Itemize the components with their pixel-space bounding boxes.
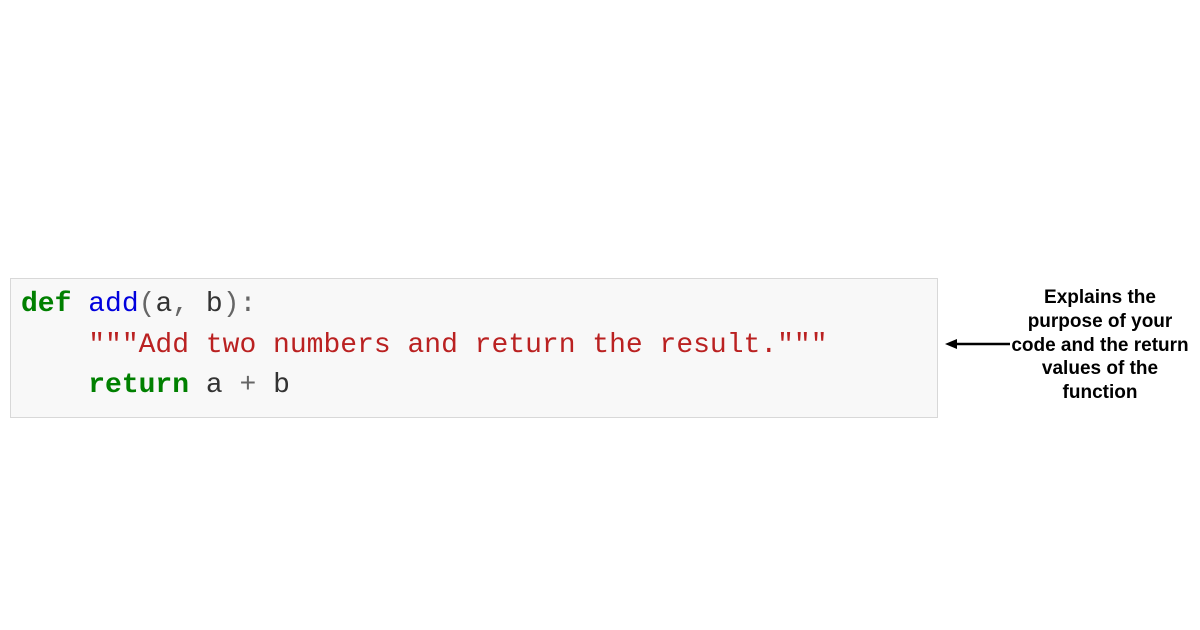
paren-open: (	[139, 289, 156, 320]
docstring: """Add two numbers and return the result…	[88, 330, 827, 361]
space	[256, 370, 273, 401]
annotation-text: Explains the purpose of your code and th…	[1007, 286, 1193, 405]
param-a: a	[155, 289, 172, 320]
function-name: add	[88, 289, 138, 320]
space	[189, 289, 206, 320]
var-a: a	[206, 370, 223, 401]
space	[223, 370, 240, 401]
code-block: def add(a, b): """Add two numbers and re…	[10, 278, 938, 418]
keyword-return: return	[88, 370, 189, 401]
indent	[21, 330, 88, 361]
keyword-def: def	[21, 289, 71, 320]
arrow-icon	[945, 338, 1010, 350]
colon: :	[240, 289, 257, 320]
operator-plus: +	[239, 370, 256, 401]
comma: ,	[172, 289, 189, 320]
space	[71, 289, 88, 320]
var-b: b	[273, 370, 290, 401]
param-b: b	[206, 289, 223, 320]
paren-close: )	[223, 289, 240, 320]
indent	[21, 370, 88, 401]
space	[189, 370, 206, 401]
